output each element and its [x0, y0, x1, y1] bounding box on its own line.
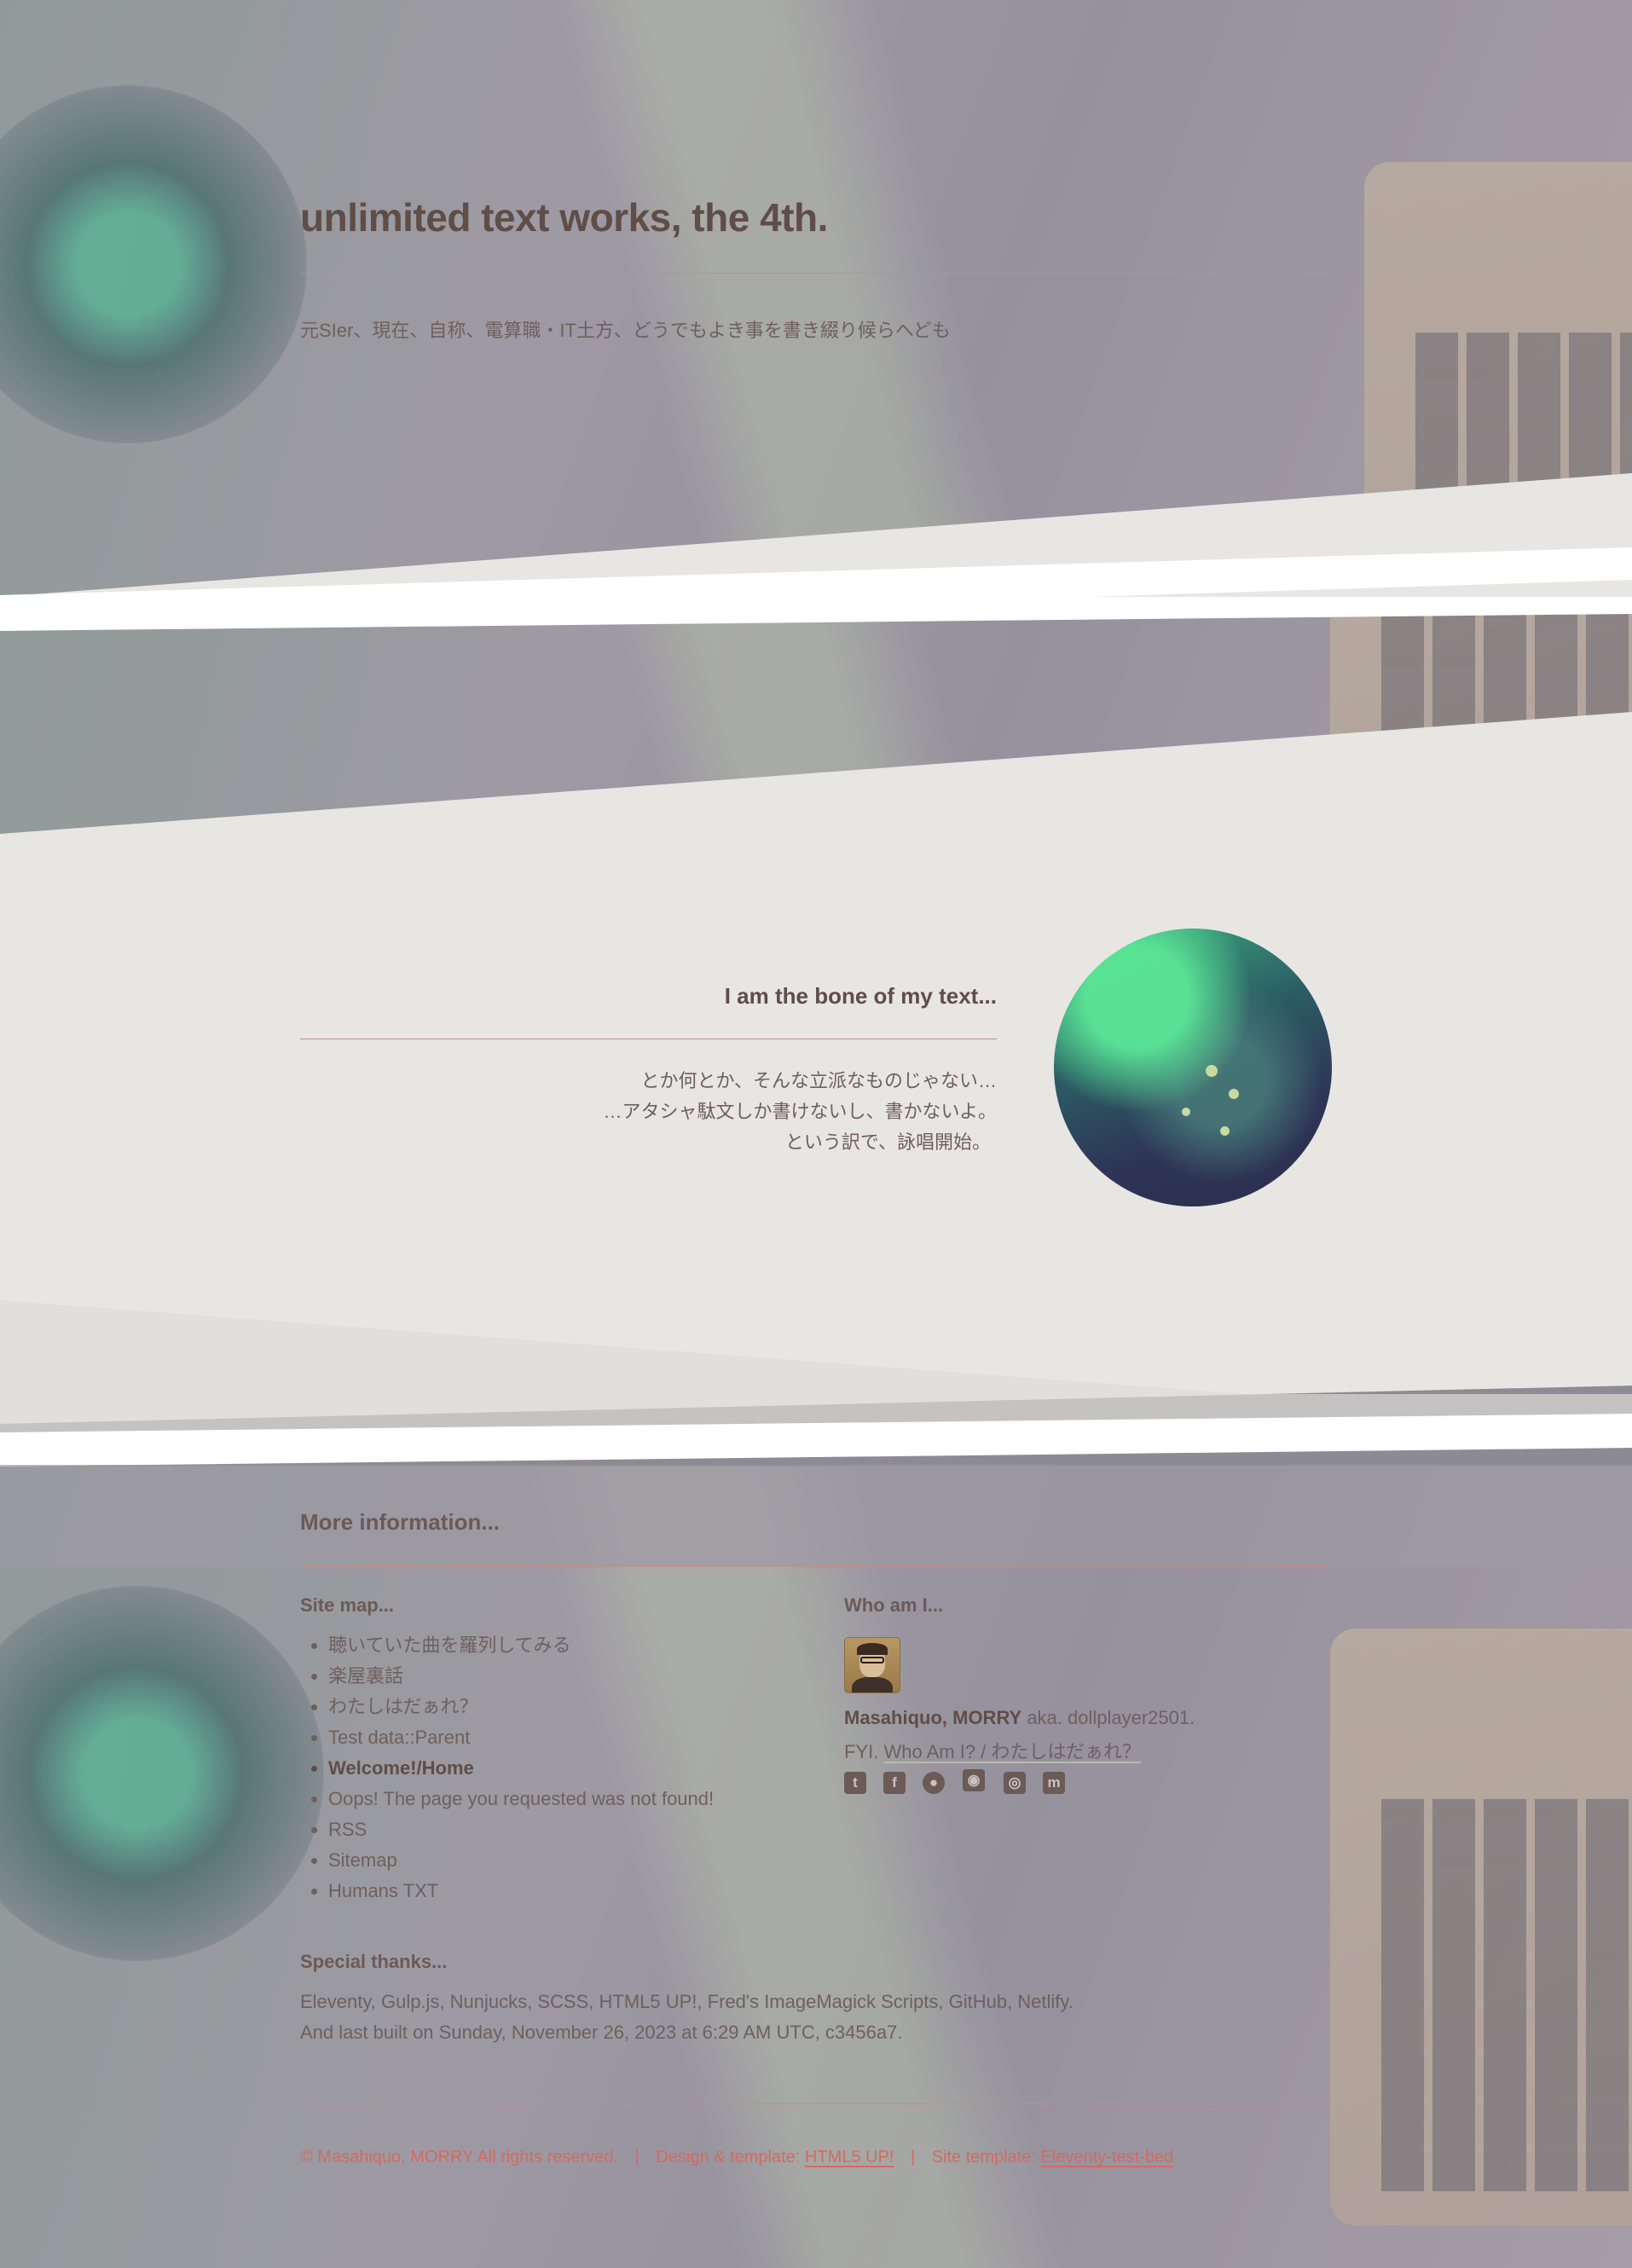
who-heading: Who am I... — [844, 1594, 944, 1616]
background-disc-decor — [0, 85, 307, 443]
html5up-link[interactable]: HTML5 UP! — [805, 2148, 894, 2167]
hero-title: I am the bone of my text... — [724, 983, 997, 1009]
author-avatar — [844, 1637, 900, 1693]
facebook-icon[interactable]: f — [883, 1772, 906, 1794]
sitemap-item-current[interactable]: Welcome!/Home — [328, 1753, 714, 1784]
header-divider-line — [300, 273, 1332, 274]
hero-panel — [0, 597, 1632, 1467]
hero-avatar-image — [1054, 929, 1332, 1206]
design-prefix: Design & template: — [656, 2148, 805, 2167]
sitemap-item[interactable]: RSS — [328, 1814, 714, 1845]
sitemap-item[interactable]: Sitemap — [328, 1845, 714, 1876]
build-info-line: And last built on Sunday, November 26, 2… — [300, 2022, 903, 2043]
author-name: Masahiquo, MORRY — [844, 1707, 1022, 1728]
instagram-icon[interactable]: ◎ — [1004, 1772, 1026, 1794]
hero-line-3: という訳で、詠唱開始。 — [784, 1131, 991, 1153]
author-aka: aka. dollplayer2501. — [1021, 1707, 1195, 1728]
sitemap-item[interactable]: Oops! The page you requested was not fou… — [328, 1784, 714, 1814]
copyright-separator: | — [634, 2148, 639, 2167]
site-description: 元SIer、現在、自称、電算職・IT土方、どうでもよき事を書き綴り候らへども — [300, 320, 951, 341]
background-laptop-decor — [1330, 1629, 1632, 2225]
copyright-row: © Masahiquo, MORRY All rights reserved. … — [300, 2148, 1173, 2167]
copyright-divider-line — [300, 2103, 1332, 2104]
eleventy-test-bed-link[interactable]: Eleventy-test-bed — [1041, 2148, 1174, 2167]
sitemap-list: 聴いていた曲を羅列してみる 楽屋裏話 わたしはだぁれ？ Test data::P… — [300, 1630, 714, 1906]
background-disc-decor — [0, 1586, 324, 1961]
footer-heading-band — [0, 1465, 1632, 1567]
hero-line-1: とか何とか、そんな立派なものじゃない… — [640, 1070, 997, 1091]
sitemap-item[interactable]: Test data::Parent — [328, 1722, 714, 1753]
mastodon-icon[interactable]: m — [1043, 1772, 1065, 1794]
author-name-line: Masahiquo, MORRY aka. dollplayer2501. — [844, 1707, 1195, 1729]
thanks-line-1: Eleventy, Gulp.js, Nunjucks, SCSS, HTML5… — [300, 1991, 1074, 2012]
fyi-prefix: FYI. — [844, 1741, 884, 1762]
who-am-i-link[interactable]: Who Am I? / わたしはだぁれ？ — [883, 1741, 1141, 1762]
sitemap-heading: Site map... — [300, 1594, 395, 1616]
site-title[interactable]: unlimited text works, the 4th. — [300, 194, 828, 240]
copyright-separator: | — [910, 2148, 916, 2167]
github-icon[interactable]: ● — [923, 1772, 945, 1794]
sitemap-item[interactable]: 楽屋裏話 — [328, 1661, 714, 1692]
copyright-owner: © Masahiquo, MORRY All rights reserved. — [300, 2148, 619, 2167]
twitter-icon[interactable]: t — [844, 1772, 866, 1794]
thanks-heading: Special thanks... — [300, 1951, 448, 1972]
sitemap-item[interactable]: Humans TXT — [328, 1876, 714, 1906]
sitemap-item[interactable]: わたしはだぁれ？ — [328, 1692, 714, 1722]
footer-divider-line — [300, 1566, 1332, 1567]
site-template-prefix: Site template: — [931, 2148, 1041, 2167]
hero-line-2: …アタシャ駄文しか書けないし、書かないよ。 — [603, 1101, 997, 1122]
author-fyi-line: FYI. Who Am I? / わたしはだぁれ？ — [844, 1737, 1141, 1764]
discord-icon[interactable]: ◉ — [963, 1769, 985, 1791]
sitemap-item[interactable]: 聴いていた曲を羅列してみる — [328, 1630, 714, 1661]
footer-heading: More information... — [300, 1509, 500, 1535]
